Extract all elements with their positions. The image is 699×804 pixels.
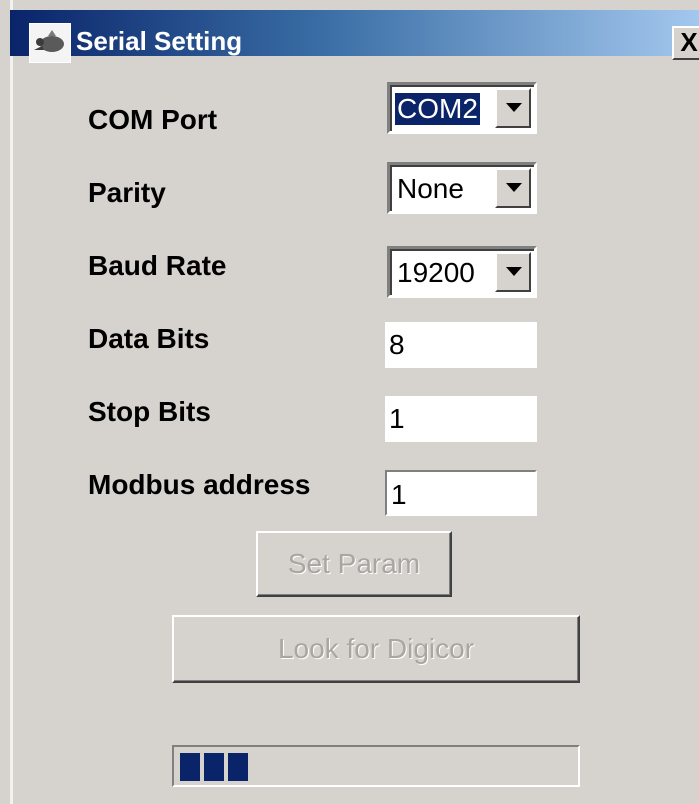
com-port-select[interactable]: COM2 [387,82,537,134]
serial-setting-window: Serial Setting X COM Port COM2 Parity No… [0,0,699,804]
chevron-down-icon[interactable] [495,168,531,208]
set-param-button[interactable]: Set Param [256,531,452,597]
title-bar[interactable]: Serial Setting X [10,10,699,63]
close-button[interactable]: X [672,26,699,60]
stop-bits-value: 1 [389,403,405,434]
progress-segment [204,753,224,781]
progress-segment [180,753,200,781]
app-icon[interactable] [29,23,71,63]
chevron-down-icon[interactable] [495,88,531,128]
baud-rate-select[interactable]: 19200 [387,246,537,298]
parity-select[interactable]: None [387,162,537,214]
modbus-address-value: 1 [391,479,407,510]
modbus-address-label: Modbus address [88,469,311,500]
stop-bits-label: Stop Bits [88,396,211,427]
window-frame-edge [10,0,13,804]
com-port-label: COM Port [88,104,218,135]
close-icon: X [680,27,698,57]
window-title: Serial Setting [76,26,243,56]
set-param-label: Set Param [287,548,421,579]
data-bits-value: 8 [389,329,405,360]
parity-label: Parity [88,177,166,208]
stop-bits-field[interactable]: 1 [385,396,537,442]
modbus-address-field[interactable]: 1 [385,470,537,516]
baud-rate-label: Baud Rate [88,250,227,281]
baud-rate-value: 19200 [397,257,475,288]
chevron-down-icon[interactable] [495,252,531,292]
data-bits-field[interactable]: 8 [385,322,537,368]
parity-value: None [397,173,464,204]
com-port-value: COM2 [395,93,480,125]
look-for-digicor-button[interactable]: Look for Digicor [172,615,580,683]
data-bits-label: Data Bits [88,323,210,354]
progress-bar [172,745,580,787]
progress-segment [228,753,248,781]
look-for-digicor-label: Look for Digicor [277,633,475,664]
